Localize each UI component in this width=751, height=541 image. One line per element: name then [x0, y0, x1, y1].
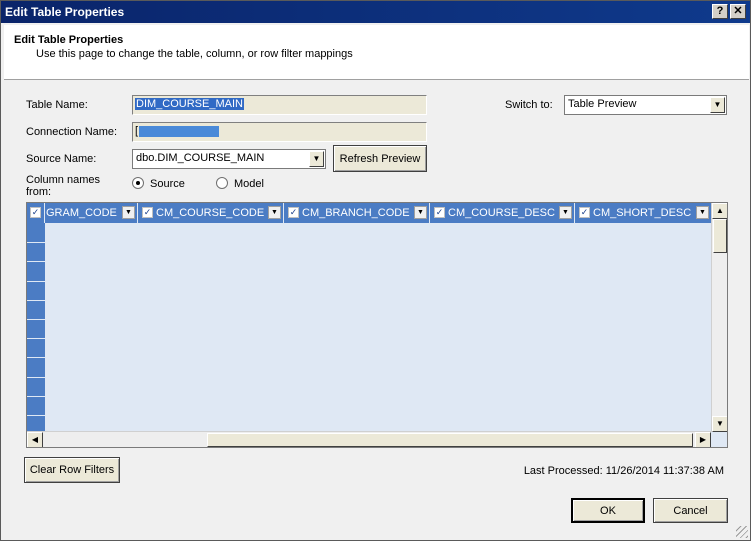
cancel-button[interactable]: Cancel — [653, 498, 728, 523]
title-bar: Edit Table Properties ? ✕ — [1, 1, 750, 23]
column-header-label: CM_COURSE_DESC — [448, 207, 555, 219]
row-header-separator — [27, 280, 45, 282]
row-header-separator — [27, 299, 45, 301]
ok-button[interactable]: OK — [571, 498, 645, 523]
resize-grip-icon[interactable] — [736, 526, 748, 538]
column-header[interactable]: GRAM_CODE ▼ — [45, 203, 138, 223]
help-button[interactable]: ? — [712, 4, 728, 19]
header-title: Edit Table Properties — [14, 34, 124, 46]
clear-row-filters-button[interactable]: Clear Row Filters — [24, 457, 120, 483]
vertical-scroll-thumb[interactable] — [713, 219, 727, 253]
checkbox-icon[interactable]: ✓ — [288, 207, 299, 218]
scroll-left-icon[interactable]: ◀ — [27, 432, 43, 447]
grid-header-row: ✓ GRAM_CODE ▼ ✓ CM_COURSE_CODE ▼ ✓ CM_BR… — [27, 203, 711, 223]
switch-to-dropdown[interactable]: Table Preview ▼ — [564, 95, 727, 115]
chevron-down-icon[interactable]: ▼ — [559, 206, 572, 219]
checkbox-icon[interactable]: ✓ — [434, 207, 445, 218]
connection-name-label: Connection Name: — [26, 126, 118, 138]
scroll-right-icon[interactable]: ▶ — [695, 432, 711, 447]
column-header-label: CM_BRANCH_CODE — [302, 207, 410, 219]
checkbox-icon[interactable]: ✓ — [142, 207, 153, 218]
column-header-label: CM_COURSE_CODE — [156, 207, 265, 219]
row-header-separator — [27, 357, 45, 359]
row-header-separator — [27, 261, 45, 263]
switch-to-label: Switch to: — [505, 99, 553, 111]
column-header[interactable]: ✓ CM_COURSE_DESC ▼ — [430, 203, 575, 223]
chevron-down-icon[interactable]: ▼ — [309, 151, 324, 167]
chevron-down-icon[interactable]: ▼ — [268, 206, 281, 219]
source-name-label: Source Name: — [26, 153, 97, 165]
connection-name-prefix: [ — [135, 125, 139, 137]
grid-body[interactable] — [45, 223, 711, 434]
connection-name-field[interactable]: [ — [132, 122, 427, 142]
column-names-label: Column names from: — [26, 174, 100, 198]
column-header[interactable]: ✓ CM_SHORT_DESC ▼ — [575, 203, 711, 223]
row-header-separator — [27, 415, 45, 416]
row-header-separator — [27, 376, 45, 378]
vertical-scrollbar[interactable]: ▲ ▼ — [711, 203, 727, 432]
chevron-down-icon[interactable]: ▼ — [122, 206, 135, 219]
column-header[interactable]: ✓ CM_BRANCH_CODE ▼ — [284, 203, 430, 223]
connection-name-redacted — [139, 125, 220, 137]
source-name-value: dbo.DIM_COURSE_MAIN — [136, 152, 265, 164]
chevron-down-icon[interactable]: ▼ — [710, 97, 725, 113]
column-header[interactable]: ✓ CM_COURSE_CODE ▼ — [138, 203, 284, 223]
table-name-field[interactable]: DIM_COURSE_MAIN — [132, 95, 427, 115]
table-name-label: Table Name: — [26, 99, 88, 111]
horizontal-scroll-thumb[interactable] — [207, 433, 693, 447]
source-name-dropdown[interactable]: dbo.DIM_COURSE_MAIN ▼ — [132, 149, 326, 169]
row-header-column — [27, 223, 45, 436]
select-all-cell[interactable]: ✓ — [27, 203, 45, 223]
header-subtitle: Use this page to change the table, colum… — [36, 48, 353, 60]
row-header-separator — [27, 338, 45, 340]
radio-source-label: Source — [150, 178, 185, 190]
chevron-down-icon[interactable]: ▼ — [414, 206, 427, 219]
scroll-down-icon[interactable]: ▼ — [712, 416, 727, 432]
table-name-value: DIM_COURSE_MAIN — [135, 98, 244, 110]
preview-grid[interactable]: ✓ GRAM_CODE ▼ ✓ CM_COURSE_CODE ▼ ✓ CM_BR… — [26, 202, 728, 448]
radio-model[interactable] — [216, 177, 228, 189]
switch-to-value: Table Preview — [568, 98, 637, 110]
dialog-header: Edit Table Properties Use this page to c… — [4, 25, 749, 80]
checkbox-icon[interactable]: ✓ — [579, 207, 590, 218]
dialog-window: Edit Table Properties ? ✕ Edit Table Pro… — [0, 0, 751, 541]
horizontal-scrollbar[interactable]: ◀ ▶ — [27, 431, 711, 447]
row-header-separator — [27, 242, 45, 244]
close-button[interactable]: ✕ — [730, 4, 746, 19]
last-processed-status: Last Processed: 11/26/2014 11:37:38 AM — [523, 465, 724, 477]
refresh-preview-button[interactable]: Refresh Preview — [333, 145, 427, 172]
chevron-down-icon[interactable]: ▼ — [696, 206, 709, 219]
scroll-up-icon[interactable]: ▲ — [712, 203, 727, 219]
window-title: Edit Table Properties — [5, 5, 125, 19]
column-header-label: GRAM_CODE — [46, 207, 117, 219]
row-header-separator — [27, 395, 45, 397]
radio-source[interactable] — [132, 177, 144, 189]
row-header-separator — [27, 319, 45, 320]
radio-model-label: Model — [234, 178, 264, 190]
checkbox-icon[interactable]: ✓ — [30, 207, 41, 218]
column-header-label: CM_SHORT_DESC — [593, 207, 692, 219]
